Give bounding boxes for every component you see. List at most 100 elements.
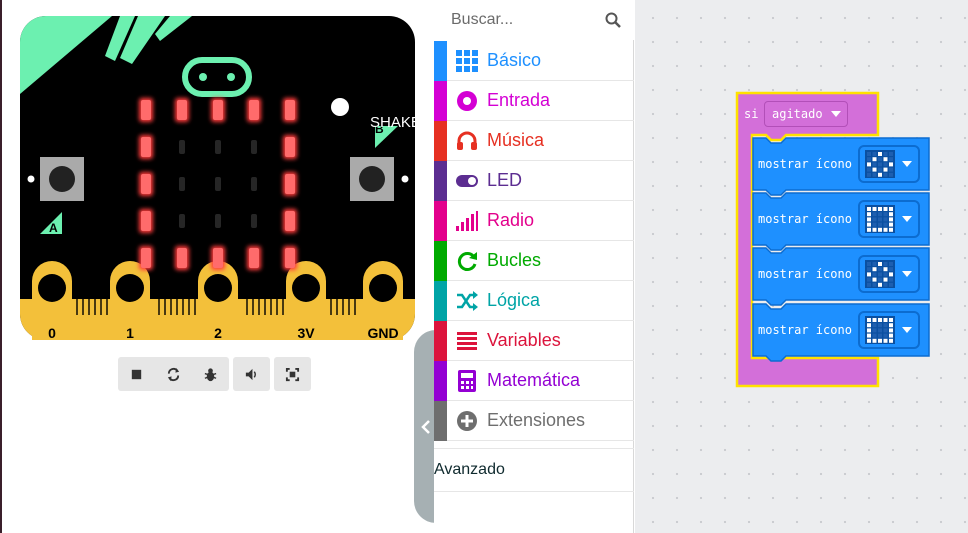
category-bucles[interactable]: Bucles (434, 240, 634, 281)
gesture-dropdown[interactable]: agitado (764, 101, 848, 127)
loop-icon (457, 251, 477, 271)
show-icon-label: mostrar ícono (758, 323, 852, 337)
category-label: Básico (487, 50, 542, 70)
led-pixel (179, 140, 185, 154)
sim-control-group (118, 357, 229, 391)
led-pixel (249, 100, 259, 120)
fullscreen-icon (285, 367, 300, 381)
shake-button-icon[interactable] (331, 98, 349, 116)
app-root: A B SHAKE 0 1 2 3V GND Buscar... Básico … (0, 0, 968, 533)
show-icon-block[interactable]: mostrar ícono (752, 137, 931, 196)
restart-icon (167, 367, 180, 381)
debug-button[interactable] (192, 357, 229, 391)
chevron-left-icon (421, 419, 430, 434)
icon-picker-dropdown[interactable] (858, 311, 920, 349)
category-basico[interactable]: Básico (434, 40, 634, 81)
led-pixel (179, 214, 185, 228)
stop-button[interactable] (118, 357, 155, 391)
category-color-bar (434, 40, 447, 81)
icon-picker-dropdown[interactable] (858, 255, 920, 293)
microbit-board: A B SHAKE 0 1 2 3V GND (20, 16, 421, 341)
input-icon (457, 90, 477, 111)
grid-icon (456, 49, 478, 72)
show-icon-block[interactable]: mostrar ícono (752, 303, 931, 362)
led-pixel (215, 140, 221, 154)
stop-icon (131, 369, 142, 379)
category-color-bar (434, 200, 447, 241)
mute-button[interactable] (233, 357, 270, 391)
mute-icon (245, 368, 256, 380)
category-musica[interactable]: Música (434, 120, 634, 161)
show-icon-label: mostrar ícono (758, 267, 852, 281)
led-pixel (141, 248, 151, 268)
category-color-bar (434, 360, 447, 401)
category-led[interactable]: LED (434, 160, 634, 201)
pin-3v-label: 3V (297, 325, 315, 341)
category-label: Lógica (487, 290, 541, 310)
toolbox: Básico Entrada Música LED Radio Bucles (434, 0, 634, 533)
shuffle-icon (457, 290, 478, 311)
category-extensiones[interactable]: Extensiones (434, 400, 634, 441)
search-input[interactable] (434, 0, 634, 40)
microbit-board-graphic: A B (20, 16, 415, 340)
led-pixel (141, 211, 151, 231)
event-keyword: si (744, 107, 759, 121)
category-label: Entrada (487, 90, 551, 110)
led-pixel (141, 100, 151, 120)
led-pixel (215, 214, 221, 228)
debug-icon (204, 367, 217, 381)
show-icon-block[interactable]: mostrar ícono (752, 247, 931, 306)
sim-view-group (274, 357, 311, 391)
sim-audio-group (233, 357, 270, 391)
led-pixel (285, 211, 295, 231)
led-pixel (179, 177, 185, 191)
headphones-icon (457, 131, 477, 150)
search-icon[interactable] (605, 12, 621, 28)
led-pixel (141, 137, 151, 157)
toggle-icon (456, 174, 478, 187)
led-pixel (285, 137, 295, 157)
category-variables[interactable]: Variables (434, 320, 634, 361)
led-pixel (177, 248, 187, 268)
simulator-toolbar (118, 357, 311, 391)
led-pixel (285, 248, 295, 268)
led-pixel (215, 177, 221, 191)
category-label: Extensiones (487, 410, 586, 430)
shake-label: SHAKE (370, 114, 421, 131)
category-label: Variables (487, 330, 561, 350)
restart-button[interactable] (155, 357, 192, 391)
category-label: Matemática (487, 370, 581, 390)
category-entrada[interactable]: Entrada (434, 80, 634, 121)
category-color-bar (434, 160, 447, 201)
led-pixel (141, 174, 151, 194)
led-pixel (213, 248, 223, 268)
led-pixel (285, 174, 295, 194)
icon-picker-dropdown[interactable] (858, 145, 920, 183)
led-pixel (251, 177, 257, 191)
icon-picker-dropdown[interactable] (858, 200, 920, 238)
fullscreen-button[interactable] (274, 357, 311, 391)
led-pixel (213, 100, 223, 120)
category-avanzado[interactable]: Avanzado (434, 448, 634, 492)
category-color-bar (434, 120, 447, 161)
plus-circle-icon (457, 410, 477, 431)
list-icon (457, 331, 477, 350)
category-logica[interactable]: Lógica (434, 280, 634, 321)
show-icon-block[interactable]: mostrar ícono (752, 192, 931, 251)
blocks-workspace[interactable]: si agitado mostrar ícono mostrar ícono m… (635, 0, 968, 533)
gesture-value: agitado (772, 107, 823, 121)
category-color-bar (434, 80, 447, 121)
category-label: Avanzado (434, 461, 505, 478)
category-radio[interactable]: Radio (434, 200, 634, 241)
show-icon-label: mostrar ícono (758, 157, 852, 171)
led-pixel (177, 100, 187, 120)
pin-1-label: 1 (126, 325, 134, 341)
led-pixel (285, 100, 295, 120)
category-label: Radio (487, 210, 535, 230)
button-a-label: A (49, 221, 58, 235)
category-label: Música (487, 130, 545, 150)
dropdown-arrow-icon (830, 111, 841, 117)
category-color-bar (434, 240, 447, 281)
category-label: Bucles (487, 250, 542, 270)
category-matematica[interactable]: Matemática (434, 360, 634, 401)
